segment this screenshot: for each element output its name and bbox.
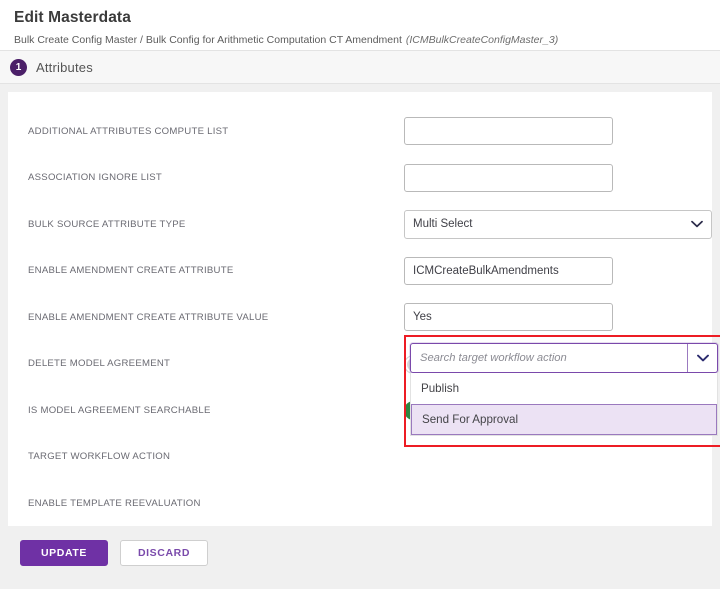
additional-attributes-compute-list-input[interactable] [404, 117, 613, 146]
form-row: ENABLE TEMPLATE REEVALUATION [8, 480, 712, 527]
field-control: Yes [404, 303, 712, 332]
form-row: ASSOCIATION IGNORE LIST [8, 155, 712, 202]
field-control [404, 117, 712, 146]
target-workflow-action-search-field[interactable]: Search target workflow action [410, 343, 718, 373]
page-title: Edit Masterdata [14, 9, 131, 26]
combo-option-send-for-approval[interactable]: Send For Approval [411, 404, 717, 435]
form-row: ENABLE AMENDMENT CREATE ATTRIBUTE VALUE … [8, 294, 712, 341]
update-button[interactable]: UPDATE [20, 540, 108, 566]
target-workflow-action-combo: Search target workflow action Publish Se… [410, 343, 718, 436]
form-panel-wrapper: ADDITIONAL ATTRIBUTES COMPUTE LIST ASSOC… [0, 84, 720, 526]
breadcrumb-path: Bulk Create Config Master / Bulk Config … [14, 34, 402, 46]
form-row: BULK SOURCE ATTRIBUTE TYPE Multi Select [8, 201, 712, 248]
enable-amendment-create-attribute-input[interactable]: ICMCreateBulkAmendments [404, 256, 613, 285]
breadcrumb-record-id: (ICMBulkCreateConfigMaster_3) [405, 34, 559, 46]
field-label-enable-template-reevaluation: ENABLE TEMPLATE REEVALUATION [28, 497, 201, 509]
field-label-delete-model-agreement: DELETE MODEL AGREEMENT [28, 358, 171, 370]
breadcrumb: Bulk Create Config Master / Bulk Config … [14, 33, 706, 47]
chevron-down-icon [696, 352, 709, 364]
section-title: Attributes [36, 59, 93, 75]
target-workflow-action-placeholder: Search target workflow action [420, 352, 567, 364]
section-header-attributes: 1 Attributes [0, 50, 720, 84]
form-row: ADDITIONAL ATTRIBUTES COMPUTE LIST [8, 108, 712, 155]
field-label-is-model-agreement-searchable: IS MODEL AGREEMENT SEARCHABLE [28, 404, 211, 416]
field-label-association-ignore-list: ASSOCIATION IGNORE LIST [28, 172, 163, 184]
field-control [404, 163, 712, 192]
field-label-enable-amendment-create-attribute-value: ENABLE AMENDMENT CREATE ATTRIBUTE VALUE [28, 311, 269, 323]
combo-toggle-button[interactable] [687, 344, 717, 372]
target-workflow-action-options-list: Publish Send For Approval [410, 373, 718, 436]
field-label-target-workflow-action: TARGET WORKFLOW ACTION [28, 451, 171, 463]
target-workflow-action-highlight-box: Search target workflow action Publish Se… [404, 335, 720, 447]
bulk-source-attribute-type-select[interactable]: Multi Select [404, 209, 712, 239]
association-ignore-list-input[interactable] [404, 163, 613, 192]
enable-amendment-create-attribute-value-input[interactable]: Yes [404, 303, 613, 332]
form-actions-footer: UPDATE DISCARD [0, 526, 720, 566]
page-header: Edit Masterdata Bulk Create Config Maste… [0, 0, 720, 50]
combo-option-publish[interactable]: Publish [411, 373, 717, 404]
form-row: ENABLE AMENDMENT CREATE ATTRIBUTE ICMCre… [8, 248, 712, 295]
field-label-bulk-source-attribute-type: BULK SOURCE ATTRIBUTE TYPE [28, 218, 186, 230]
step-number-badge: 1 [10, 58, 27, 76]
field-control: ICMCreateBulkAmendments [404, 256, 712, 285]
attributes-form-panel: ADDITIONAL ATTRIBUTES COMPUTE LIST ASSOC… [8, 92, 720, 527]
bulk-source-attribute-type-value: Multi Select [413, 218, 473, 231]
chevron-down-icon [691, 218, 703, 230]
field-label-additional-attributes-compute-list: ADDITIONAL ATTRIBUTES COMPUTE LIST [28, 125, 229, 137]
field-control: Multi Select [404, 209, 712, 239]
discard-button[interactable]: DISCARD [120, 540, 208, 566]
field-label-enable-amendment-create-attribute: ENABLE AMENDMENT CREATE ATTRIBUTE [28, 265, 234, 277]
